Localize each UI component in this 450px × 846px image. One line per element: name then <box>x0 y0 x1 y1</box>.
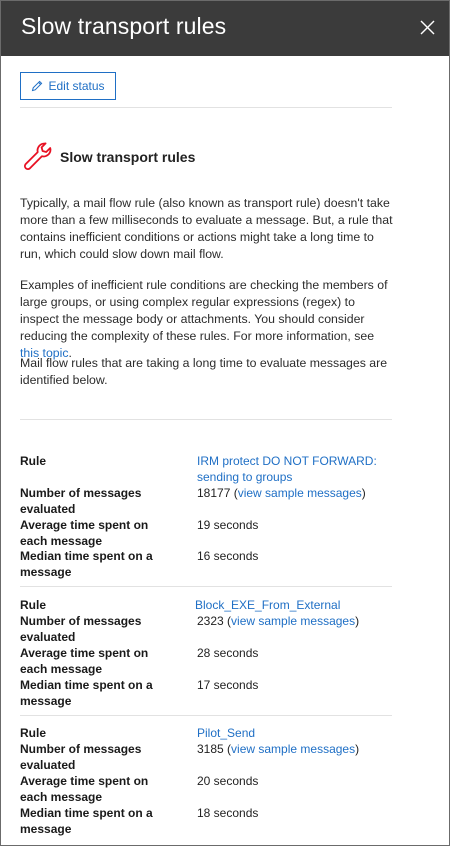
section-header: Slow transport rules <box>20 139 195 175</box>
message-count: 18177 <box>197 486 231 500</box>
edit-status-button[interactable]: Edit status <box>20 72 116 100</box>
rule-label: Rule <box>20 598 47 612</box>
description-paragraph-2: Examples of inefficient rule conditions … <box>20 277 394 362</box>
close-icon[interactable] <box>419 19 436 36</box>
rule-name-link[interactable]: Pilot_Send <box>197 725 419 741</box>
average-label: Average time spent on each message <box>20 774 149 804</box>
panel-title: Slow transport rules <box>21 13 227 39</box>
description-paragraph-1: Typically, a mail flow rule (also known … <box>20 196 393 261</box>
median-value: 16 seconds <box>197 549 259 563</box>
description-paragraph-2-text: Examples of inefficient rule conditions … <box>20 278 388 343</box>
divider <box>20 107 392 108</box>
messages-value: 3185 (view sample messages) <box>197 742 360 756</box>
average-label: Average time spent on each message <box>20 646 149 676</box>
rule-label: Rule <box>20 454 47 468</box>
panel-header: Slow transport rules <box>1 1 449 56</box>
messages-label: Number of messages evaluated <box>20 486 142 516</box>
messages-value: 18177 (view sample messages) <box>197 486 366 500</box>
median-label: Median time spent on a message <box>20 549 153 579</box>
section-title: Slow transport rules <box>60 149 196 165</box>
view-sample-messages-link[interactable]: view sample messages <box>238 486 362 500</box>
divider <box>20 715 392 716</box>
messages-label: Number of messages evaluated <box>20 614 142 644</box>
rule-name-link[interactable]: IRM protect DO NOT FORWARD: sending to g… <box>197 453 419 485</box>
divider <box>20 419 392 420</box>
message-count: 3185 <box>197 742 224 756</box>
median-label: Median time spent on a message <box>20 678 153 708</box>
divider <box>20 586 392 587</box>
messages-label: Number of messages evaluated <box>20 742 142 772</box>
view-sample-messages-link[interactable]: view sample messages <box>231 742 355 756</box>
average-value: 20 seconds <box>197 774 259 788</box>
description-paragraph-3: Mail flow rules that are taking a long t… <box>20 356 388 387</box>
wrench-icon <box>24 142 52 170</box>
details-panel: Slow transport rules Edit status Slow tr… <box>0 0 450 846</box>
median-value: 17 seconds <box>197 678 259 692</box>
messages-value: 2323 (view sample messages) <box>197 614 360 628</box>
median-label: Median time spent on a message <box>20 806 153 836</box>
view-sample-messages-link[interactable]: view sample messages <box>231 614 355 628</box>
rule-label: Rule <box>20 726 47 740</box>
edit-status-label: Edit status <box>48 79 105 93</box>
average-value: 28 seconds <box>197 646 259 660</box>
average-value: 19 seconds <box>197 518 259 532</box>
rule-name-link[interactable]: Block_EXE_From_External <box>195 597 417 613</box>
average-label: Average time spent on each message <box>20 518 149 548</box>
message-count: 2323 <box>197 614 224 628</box>
pencil-icon <box>32 80 43 92</box>
median-value: 18 seconds <box>197 806 259 820</box>
